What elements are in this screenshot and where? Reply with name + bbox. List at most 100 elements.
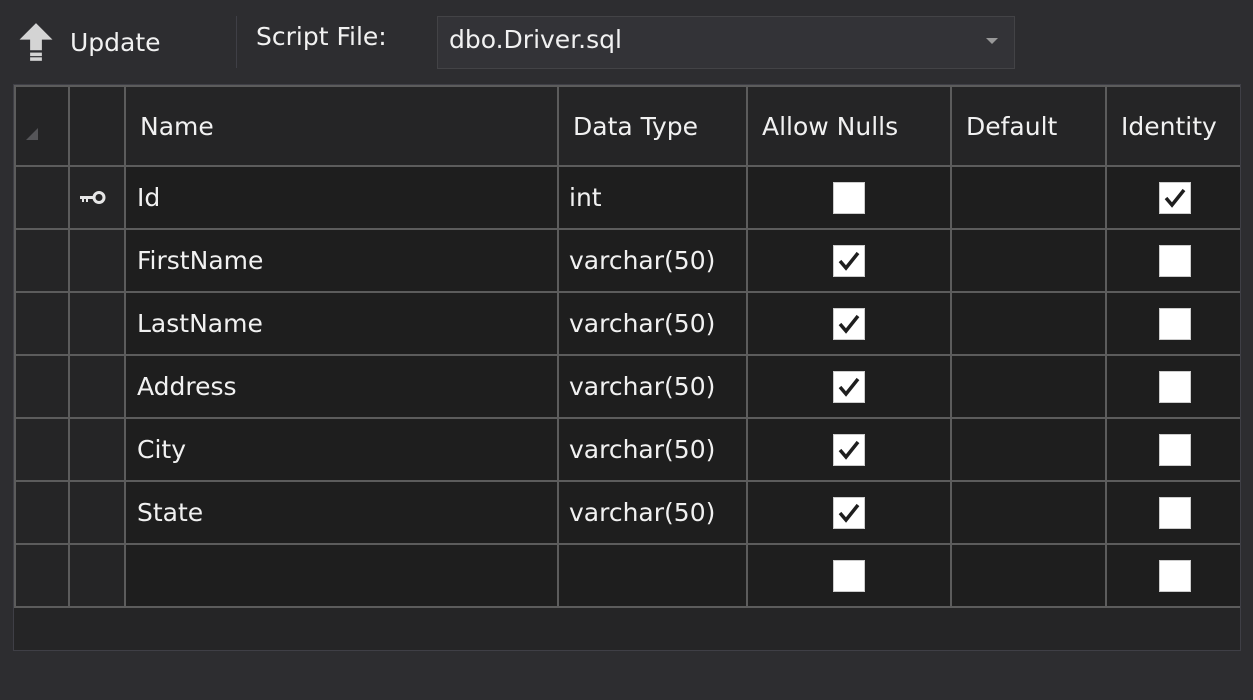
cell-name[interactable]: FirstName [124,228,559,293]
data-type-text: varchar(50) [569,435,716,464]
data-type-text: varchar(50) [569,309,716,338]
cell-data-type[interactable] [557,543,748,608]
row-selector[interactable] [14,354,70,419]
cell-identity[interactable] [1105,165,1240,230]
row-selector[interactable] [14,228,70,293]
column-header-default[interactable]: Default [950,85,1107,167]
allow-nulls-checkbox[interactable] [833,244,865,277]
row-selector[interactable] [14,543,70,608]
allow-nulls-checkbox[interactable] [833,433,865,466]
row-selector[interactable] [14,165,70,230]
script-file-dropdown[interactable]: dbo.Driver.sql [437,16,1015,69]
select-all-triangle-icon [26,128,38,140]
cell-identity[interactable] [1105,228,1240,293]
upload-arrow-icon [19,23,53,61]
chevron-down-icon[interactable] [986,38,998,44]
cell-data-type[interactable]: varchar(50) [557,291,748,356]
allow-nulls-checkbox[interactable] [833,307,865,340]
column-name-text: Id [137,183,161,212]
cell-data-type[interactable]: int [557,165,748,230]
cell-name[interactable] [124,543,559,608]
table-row[interactable]: City varchar(50) [14,417,1240,482]
cell-allow-nulls[interactable] [746,291,952,356]
cell-default[interactable] [950,291,1107,356]
row-selector[interactable] [14,291,70,356]
identity-checkbox[interactable] [1159,559,1191,592]
cell-allow-nulls[interactable] [746,228,952,293]
row-indicator [68,480,126,545]
column-header-name[interactable]: Name [124,85,559,167]
cell-default[interactable] [950,543,1107,608]
column-header-data-type[interactable]: Data Type [557,85,748,167]
table-row[interactable] [14,543,1240,608]
identity-checkbox[interactable] [1159,496,1191,529]
key-icon [80,190,106,204]
update-button[interactable]: Update [16,14,161,70]
row-indicator [68,354,126,419]
table-row[interactable]: LastName varchar(50) [14,291,1240,356]
cell-default[interactable] [950,228,1107,293]
update-label: Update [70,27,161,57]
select-all-corner[interactable] [14,85,70,167]
designer-bottom-area [0,651,1253,700]
cell-name[interactable]: LastName [124,291,559,356]
table-row[interactable]: Address varchar(50) [14,354,1240,419]
cell-data-type[interactable]: varchar(50) [557,354,748,419]
checkmark-icon [1164,188,1186,208]
columns-grid: Name Data Type Allow Nulls Default Ident… [14,85,1240,608]
column-name-text: LastName [137,309,263,338]
column-header-allow-nulls[interactable]: Allow Nulls [746,85,952,167]
row-indicator [68,228,126,293]
cell-allow-nulls[interactable] [746,354,952,419]
row-indicator [68,417,126,482]
identity-checkbox[interactable] [1159,181,1191,214]
column-name-text: Address [137,372,237,401]
column-name-text: State [137,498,204,527]
cell-default[interactable] [950,480,1107,545]
table-row[interactable]: Id int [14,165,1240,230]
script-file-label: Script File: [256,22,387,51]
cell-allow-nulls[interactable] [746,480,952,545]
allow-nulls-checkbox[interactable] [833,559,865,592]
grid-header-row: Name Data Type Allow Nulls Default Ident… [14,85,1240,167]
row-selector[interactable] [14,417,70,482]
cell-data-type[interactable]: varchar(50) [557,228,748,293]
allow-nulls-checkbox[interactable] [833,370,865,403]
cell-data-type[interactable]: varchar(50) [557,417,748,482]
table-row[interactable]: State varchar(50) [14,480,1240,545]
data-type-text: varchar(50) [569,246,716,275]
column-header-identity[interactable]: Identity [1105,85,1240,167]
table-designer-grid: Name Data Type Allow Nulls Default Ident… [13,84,1241,651]
identity-checkbox[interactable] [1159,433,1191,466]
checkmark-icon [838,314,860,334]
cell-identity[interactable] [1105,417,1240,482]
cell-allow-nulls[interactable] [746,165,952,230]
cell-name[interactable]: Id [124,165,559,230]
cell-default[interactable] [950,354,1107,419]
row-selector[interactable] [14,480,70,545]
identity-checkbox[interactable] [1159,244,1191,277]
cell-identity[interactable] [1105,354,1240,419]
cell-identity[interactable] [1105,480,1240,545]
allow-nulls-checkbox[interactable] [833,181,865,214]
identity-checkbox[interactable] [1159,370,1191,403]
cell-allow-nulls[interactable] [746,543,952,608]
cell-default[interactable] [950,417,1107,482]
data-type-text: varchar(50) [569,498,716,527]
checkmark-icon [838,251,860,271]
cell-allow-nulls[interactable] [746,417,952,482]
row-indicator [68,165,126,230]
data-type-text: int [569,183,602,212]
cell-data-type[interactable]: varchar(50) [557,480,748,545]
cell-identity[interactable] [1105,291,1240,356]
cell-identity[interactable] [1105,543,1240,608]
table-row[interactable]: FirstName varchar(50) [14,228,1240,293]
data-type-text: varchar(50) [569,372,716,401]
allow-nulls-checkbox[interactable] [833,496,865,529]
identity-checkbox[interactable] [1159,307,1191,340]
cell-default[interactable] [950,165,1107,230]
cell-name[interactable]: Address [124,354,559,419]
cell-name[interactable]: State [124,480,559,545]
cell-name[interactable]: City [124,417,559,482]
toolbar: Update Script File: dbo.Driver.sql [0,0,1253,83]
